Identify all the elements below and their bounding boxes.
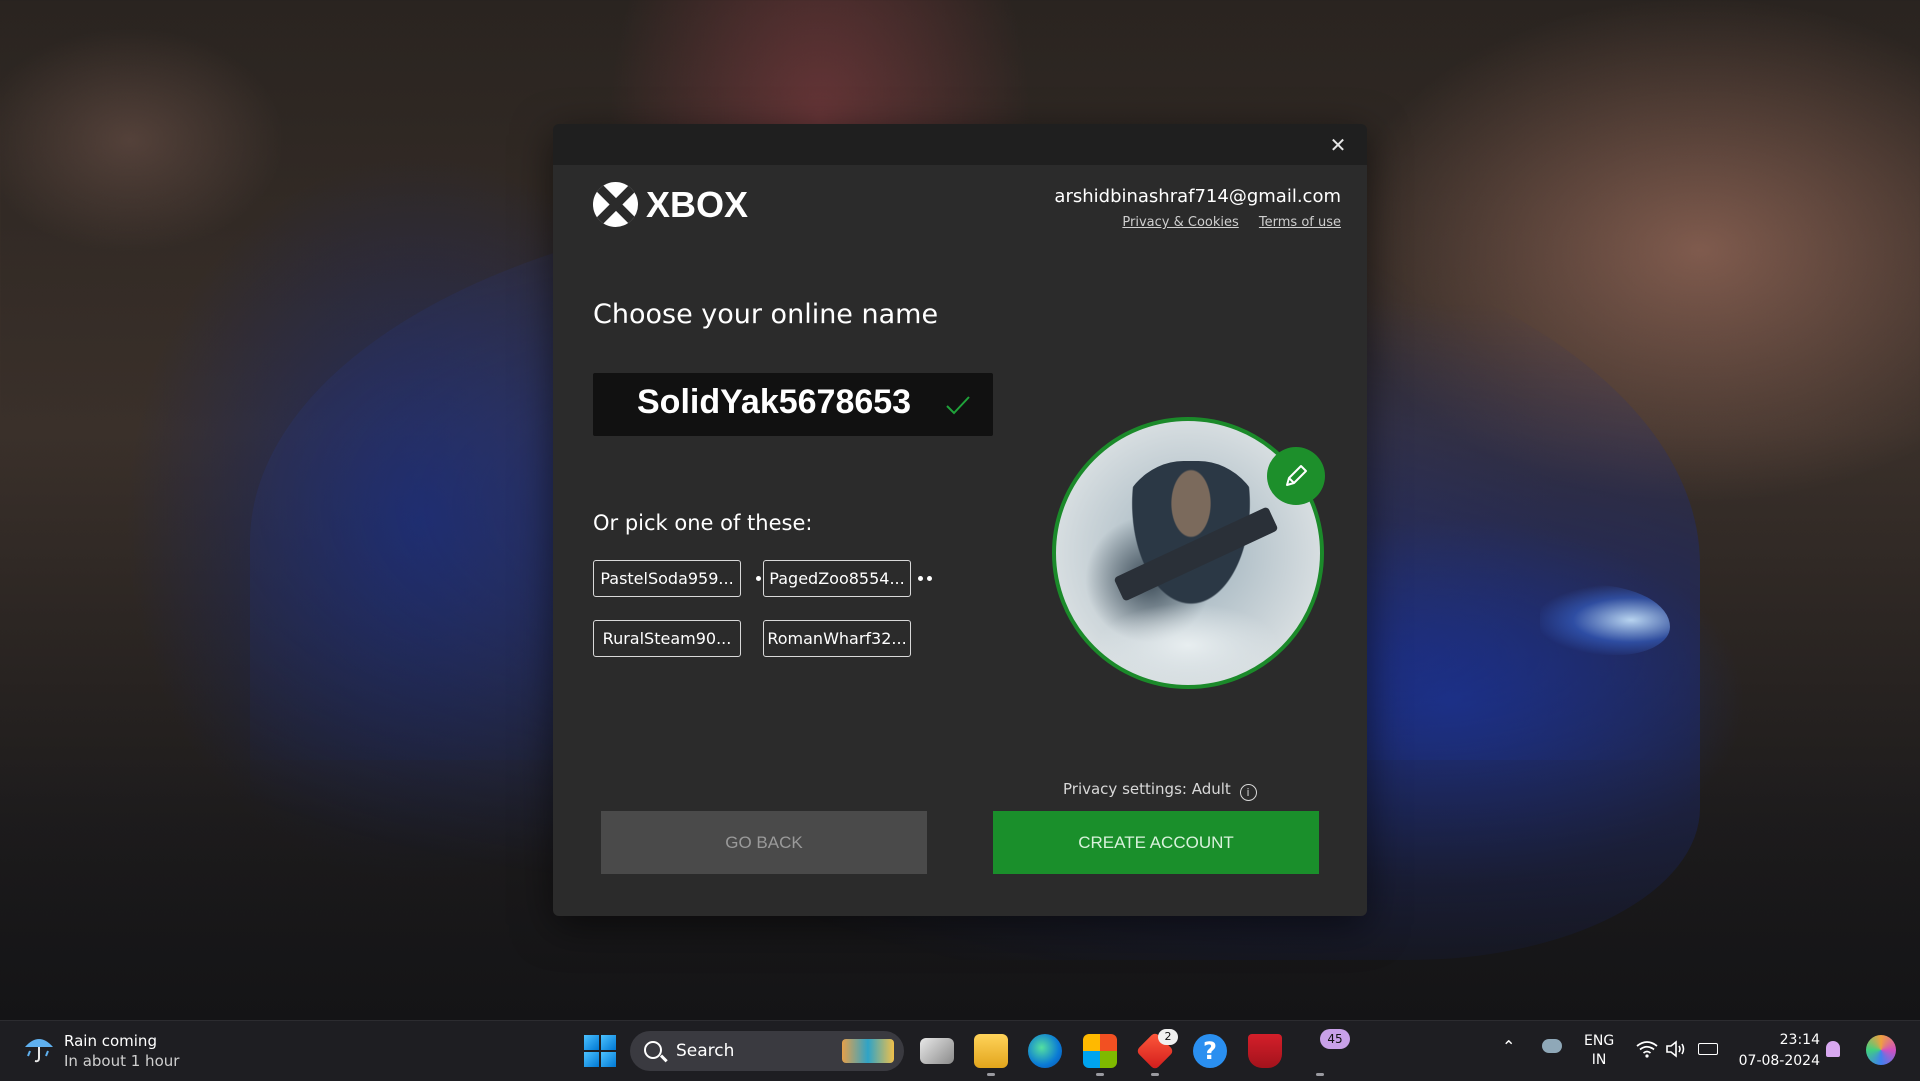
umbrella-rain-icon [25, 1039, 53, 1063]
chevron-up-icon[interactable]: ⌃ [1502, 1037, 1515, 1056]
clock-date: 07-08-2024 [1738, 1053, 1820, 1069]
account-email: arshidbinashraf714@gmail.com [1054, 186, 1341, 207]
windows-logo-icon [584, 1035, 599, 1050]
suggestion-chip[interactable]: RomanWharf32... [763, 620, 911, 657]
page-title: Choose your online name [593, 299, 939, 330]
gamertag-value: SolidYak5678653 [637, 383, 912, 421]
create-account-button[interactable]: CREATE ACCOUNT [993, 811, 1319, 874]
running-indicator [1096, 1073, 1104, 1076]
suggestion-chip[interactable]: RuralSteam90... [593, 620, 741, 657]
running-indicator [1316, 1073, 1324, 1076]
windows-logo-icon-part [601, 1035, 616, 1050]
onedrive-cloud-icon[interactable] [1542, 1039, 1562, 1053]
privacy-settings: Privacy settings: Adult i [1063, 780, 1257, 801]
gamertag-input[interactable]: SolidYak5678653 [593, 373, 993, 436]
copilot-icon[interactable] [1866, 1035, 1896, 1065]
weather-title: Rain coming [64, 1032, 157, 1050]
xbox-sphere-icon [593, 182, 638, 227]
taskbar: Rain coming In about 1 hour Search 2 ? 4… [0, 1020, 1920, 1081]
terms-of-use-link[interactable]: Terms of use [1259, 215, 1341, 230]
taskbar-search[interactable]: Search [630, 1031, 904, 1071]
info-icon[interactable]: i [1239, 784, 1257, 801]
file-explorer-icon[interactable] [974, 1034, 1008, 1068]
clock-time: 23:14 [1779, 1032, 1820, 1048]
suggestions-label: Or pick one of these: [593, 511, 813, 535]
windows-logo-icon-part [584, 1052, 599, 1067]
language-code: ENG [1584, 1033, 1615, 1049]
close-button[interactable]: ✕ [1325, 132, 1351, 158]
get-help-icon[interactable]: ? [1193, 1034, 1227, 1068]
account-info: arshidbinashraf714@gmail.com Privacy & C… [1054, 186, 1341, 230]
search-label: Search [676, 1041, 735, 1061]
legal-links: Privacy & Cookies Terms of use [1054, 215, 1341, 230]
privacy-cookies-link[interactable]: Privacy & Cookies [1122, 215, 1238, 230]
xbox-signup-dialog: ✕ XBOX arshidbinashraf714@gmail.com Priv… [553, 124, 1367, 916]
app-badge-pill[interactable]: 45 [1320, 1029, 1350, 1049]
chip-separator-dot [918, 576, 923, 581]
go-back-button[interactable]: GO BACK [601, 811, 927, 874]
microsoft-store-icon[interactable] [1083, 1034, 1117, 1068]
start-button[interactable] [584, 1035, 616, 1067]
check-icon [946, 396, 970, 415]
notification-bell-icon[interactable] [1826, 1041, 1840, 1057]
dialog-titlebar: ✕ [553, 124, 1367, 165]
chip-separator-dot [927, 576, 932, 581]
notification-count-badge: 2 [1158, 1029, 1178, 1045]
privacy-settings-label: Privacy settings: Adult [1063, 780, 1231, 798]
weather-widget[interactable]: Rain coming In about 1 hour [22, 1031, 179, 1071]
windows-logo-icon-part [601, 1052, 616, 1067]
pencil-icon [1286, 465, 1307, 486]
weather-subtitle: In about 1 hour [64, 1052, 180, 1070]
task-view-icon[interactable] [920, 1038, 954, 1064]
language-indicator[interactable]: ENG IN [1584, 1032, 1614, 1070]
wifi-icon[interactable] [1636, 1040, 1658, 1058]
xbox-logo: XBOX [593, 182, 748, 227]
mcafee-shield-icon[interactable] [1248, 1034, 1282, 1068]
running-indicator [1151, 1073, 1159, 1076]
search-icon [644, 1041, 662, 1059]
chip-separator-dot [756, 576, 761, 581]
system-clock[interactable]: 23:14 07-08-2024 [1739, 1030, 1820, 1072]
volume-icon[interactable] [1665, 1040, 1687, 1058]
battery-icon[interactable] [1698, 1043, 1718, 1055]
suggestion-chip[interactable]: PastelSoda959... [593, 560, 741, 597]
edge-browser-icon[interactable] [1028, 1034, 1062, 1068]
xbox-wordmark: XBOX [646, 183, 749, 225]
close-icon: ✕ [1329, 133, 1347, 157]
search-highlight-image [842, 1039, 894, 1063]
edit-avatar-button[interactable] [1267, 447, 1325, 505]
suggestion-chip[interactable]: PagedZoo8554... [763, 560, 911, 597]
region-code: IN [1591, 1052, 1607, 1068]
running-indicator [987, 1073, 995, 1076]
